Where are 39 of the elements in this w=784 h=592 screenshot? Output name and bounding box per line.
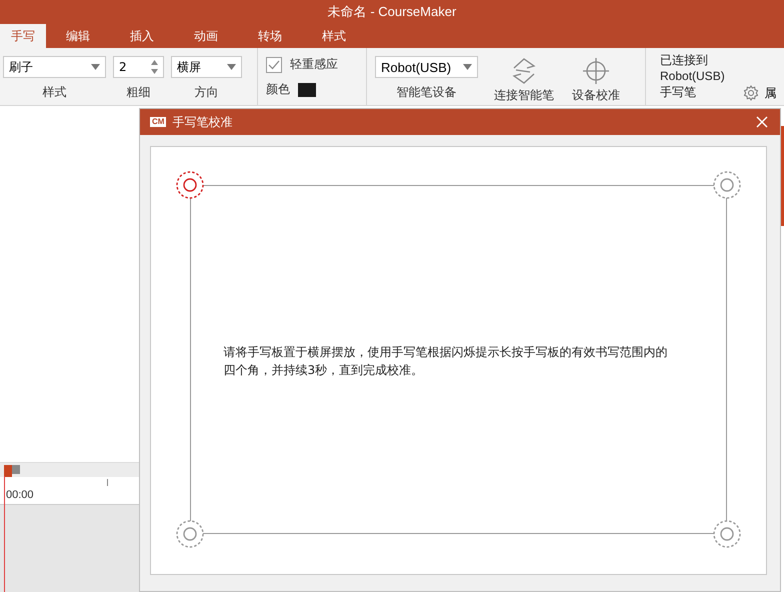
app-logo: CM	[150, 117, 166, 127]
group-label: 样式	[42, 84, 66, 101]
close-icon[interactable]	[756, 116, 768, 128]
device-select[interactable]: Robot(USB)	[375, 56, 478, 78]
crosshair-icon	[582, 56, 610, 86]
sync-icon	[510, 56, 538, 86]
tab[interactable]: 动画	[174, 24, 238, 48]
ribbon-button[interactable]: 连接智能笔	[492, 56, 556, 104]
spinner-arrows-icon	[151, 60, 158, 74]
tab[interactable]: 编辑	[46, 24, 110, 48]
instruction-text: 请将手写板置于横屏摆放，使用手写笔根据闪烁提示长按手写板的有效书写范围内的四个角，并持续3秒，直到完成校准。	[224, 344, 668, 378]
tab[interactable]: 手写	[0, 24, 46, 48]
dialog-title: 手写笔校准	[172, 114, 234, 130]
tab[interactable]: 插入	[110, 24, 174, 48]
status-text: 已连接到	[660, 52, 709, 68]
properties-button[interactable]: 属	[742, 84, 777, 102]
select-field[interactable]: 2	[113, 56, 164, 78]
color-swatch[interactable]	[298, 82, 316, 96]
group-label: 粗细	[126, 84, 150, 101]
range-marker	[12, 465, 20, 474]
tab[interactable]: 转场	[238, 24, 302, 48]
window-title: 未命名 - CourseMaker	[328, 3, 456, 21]
select-field[interactable]: 横屏	[171, 56, 242, 78]
color-label: 颜色	[266, 81, 290, 98]
status-text: 手写笔	[660, 84, 697, 100]
group-label: 智能笔设备	[396, 84, 456, 101]
ribbon-button[interactable]: 设备校准	[570, 56, 622, 104]
playhead-marker[interactable]	[4, 465, 12, 477]
caret-icon	[463, 64, 472, 70]
checkbox-label: 轻重感应	[290, 56, 338, 73]
caret-icon	[91, 64, 100, 70]
select-field[interactable]: 刷子	[3, 56, 106, 78]
tab[interactable]: 样式	[302, 24, 366, 48]
gear-icon	[742, 85, 759, 101]
caret-icon	[227, 64, 236, 70]
status-text: Robot(USB)	[660, 68, 725, 84]
checkbox[interactable]	[266, 56, 282, 72]
group-label: 方向	[194, 84, 218, 101]
time-label: 00:00	[6, 489, 34, 501]
